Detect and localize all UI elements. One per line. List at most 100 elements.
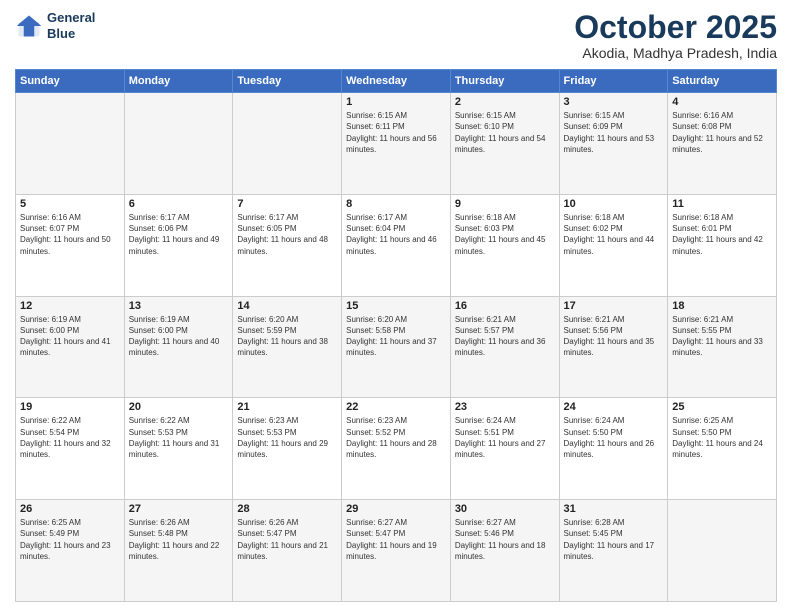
- sunrise-text: Sunrise: 6:25 AM: [20, 517, 120, 528]
- daylight-text: Daylight: 11 hours and 49 minutes.: [129, 234, 229, 256]
- calendar-cell: 22Sunrise: 6:23 AMSunset: 5:52 PMDayligh…: [342, 398, 451, 500]
- logo-text: General Blue: [47, 10, 95, 41]
- day-info: Sunrise: 6:20 AMSunset: 5:58 PMDaylight:…: [346, 314, 446, 359]
- day-number: 16: [455, 300, 555, 312]
- day-number: 2: [455, 96, 555, 108]
- daylight-text: Daylight: 11 hours and 40 minutes.: [129, 336, 229, 358]
- calendar-cell: 31Sunrise: 6:28 AMSunset: 5:45 PMDayligh…: [559, 500, 668, 602]
- calendar-cell: 16Sunrise: 6:21 AMSunset: 5:57 PMDayligh…: [450, 296, 559, 398]
- sunrise-text: Sunrise: 6:15 AM: [346, 110, 446, 121]
- day-number: 18: [672, 300, 772, 312]
- sunrise-text: Sunrise: 6:16 AM: [672, 110, 772, 121]
- sunset-text: Sunset: 6:06 PM: [129, 223, 229, 234]
- sunrise-text: Sunrise: 6:21 AM: [564, 314, 664, 325]
- calendar-cell: 17Sunrise: 6:21 AMSunset: 5:56 PMDayligh…: [559, 296, 668, 398]
- daylight-text: Daylight: 11 hours and 28 minutes.: [346, 438, 446, 460]
- day-info: Sunrise: 6:19 AMSunset: 6:00 PMDaylight:…: [20, 314, 120, 359]
- calendar-cell: 15Sunrise: 6:20 AMSunset: 5:58 PMDayligh…: [342, 296, 451, 398]
- calendar-cell: 19Sunrise: 6:22 AMSunset: 5:54 PMDayligh…: [16, 398, 125, 500]
- day-info: Sunrise: 6:17 AMSunset: 6:04 PMDaylight:…: [346, 212, 446, 257]
- daylight-text: Daylight: 11 hours and 21 minutes.: [237, 540, 337, 562]
- sunset-text: Sunset: 5:51 PM: [455, 427, 555, 438]
- calendar-table: Sunday Monday Tuesday Wednesday Thursday…: [15, 69, 777, 602]
- daylight-text: Daylight: 11 hours and 29 minutes.: [237, 438, 337, 460]
- sunrise-text: Sunrise: 6:17 AM: [129, 212, 229, 223]
- day-number: 6: [129, 198, 229, 210]
- calendar-cell: 10 Sunrise: 6:18 AMSunset: 6:02 PMDayligh…: [559, 194, 668, 296]
- day-number: 1: [346, 96, 446, 108]
- logo-line2: Blue: [47, 26, 95, 42]
- calendar-cell: 23Sunrise: 6:24 AMSunset: 5:51 PMDayligh…: [450, 398, 559, 500]
- day-info: Sunrise: 6:18 AMSunset: 6:02 PMDaylight:…: [564, 212, 664, 257]
- sunrise-text: Sunrise: 6:21 AM: [672, 314, 772, 325]
- day-number: 14: [237, 300, 337, 312]
- daylight-text: Daylight: 11 hours and 23 minutes.: [20, 540, 120, 562]
- sunrise-text: Sunrise: 6:18 AM: [672, 212, 772, 223]
- day-info: Sunrise: 6:15 AMSunset: 6:09 PMDaylight:…: [564, 110, 664, 155]
- calendar-week-row: 26Sunrise: 6:25 AMSunset: 5:49 PMDayligh…: [16, 500, 777, 602]
- day-info: Sunrise: 6:28 AMSunset: 5:45 PMDaylight:…: [564, 517, 664, 562]
- sunrise-text: Sunrise: 6:23 AM: [237, 415, 337, 426]
- day-info: Sunrise: 6:23 AMSunset: 5:52 PMDaylight:…: [346, 415, 446, 460]
- day-info: Sunrise: 6:27 AMSunset: 5:46 PMDaylight:…: [455, 517, 555, 562]
- sunset-text: Sunset: 5:52 PM: [346, 427, 446, 438]
- sunset-text: Sunset: 5:54 PM: [20, 427, 120, 438]
- day-number: 10: [564, 198, 664, 210]
- sunrise-text: Sunrise: 6:26 AM: [129, 517, 229, 528]
- sunset-text: Sunset: 5:47 PM: [237, 528, 337, 539]
- sunrise-text: Sunrise: 6:20 AM: [237, 314, 337, 325]
- sunset-text: Sunset: 5:46 PM: [455, 528, 555, 539]
- day-info: Sunrise: 6:21 AMSunset: 5:55 PMDaylight:…: [672, 314, 772, 359]
- sunrise-text: Sunrise: 6:17 AM: [237, 212, 337, 223]
- sunrise-text: Sunrise: 6:20 AM: [346, 314, 446, 325]
- location-subtitle: Akodia, Madhya Pradesh, India: [574, 45, 777, 61]
- calendar-cell: 1Sunrise: 6:15 AMSunset: 6:11 PMDaylight…: [342, 93, 451, 195]
- weekday-row: Sunday Monday Tuesday Wednesday Thursday…: [16, 70, 777, 93]
- day-info: Sunrise: 6:22 AMSunset: 5:53 PMDaylight:…: [129, 415, 229, 460]
- day-number: 8: [346, 198, 446, 210]
- sunset-text: Sunset: 6:04 PM: [346, 223, 446, 234]
- day-number: 20: [129, 401, 229, 413]
- sunrise-text: Sunrise: 6:18 AM: [455, 212, 555, 223]
- calendar-cell: 25Sunrise: 6:25 AMSunset: 5:50 PMDayligh…: [668, 398, 777, 500]
- day-number: 11: [672, 198, 772, 210]
- day-info: Sunrise: 6:20 AMSunset: 5:59 PMDaylight:…: [237, 314, 337, 359]
- col-wednesday: Wednesday: [342, 70, 451, 93]
- calendar-cell: [668, 500, 777, 602]
- sunset-text: Sunset: 5:57 PM: [455, 325, 555, 336]
- day-number: 23: [455, 401, 555, 413]
- sunset-text: Sunset: 6:10 PM: [455, 121, 555, 132]
- daylight-text: Daylight: 11 hours and 54 minutes.: [455, 133, 555, 155]
- daylight-text: Daylight: 11 hours and 18 minutes.: [455, 540, 555, 562]
- daylight-text: Daylight: 11 hours and 31 minutes.: [129, 438, 229, 460]
- sunrise-text: Sunrise: 6:17 AM: [346, 212, 446, 223]
- calendar-cell: [16, 93, 125, 195]
- day-info: Sunrise: 6:21 AMSunset: 5:56 PMDaylight:…: [564, 314, 664, 359]
- header: General Blue October 2025 Akodia, Madhya…: [15, 10, 777, 61]
- calendar-week-row: 12Sunrise: 6:19 AMSunset: 6:00 PMDayligh…: [16, 296, 777, 398]
- day-number: 30: [455, 503, 555, 515]
- calendar-cell: 18 Sunrise: 6:21 AMSunset: 5:55 PMDayligh…: [668, 296, 777, 398]
- sunset-text: Sunset: 5:50 PM: [672, 427, 772, 438]
- calendar-cell: 7Sunrise: 6:17 AMSunset: 6:05 PMDaylight…: [233, 194, 342, 296]
- sunrise-text: Sunrise: 6:15 AM: [455, 110, 555, 121]
- logo-line1: General: [47, 10, 95, 26]
- sunset-text: Sunset: 6:11 PM: [346, 121, 446, 132]
- calendar-cell: 28Sunrise: 6:26 AMSunset: 5:47 PMDayligh…: [233, 500, 342, 602]
- daylight-text: Daylight: 11 hours and 42 minutes.: [672, 234, 772, 256]
- day-number: 4: [672, 96, 772, 108]
- sunrise-text: Sunrise: 6:22 AM: [129, 415, 229, 426]
- daylight-text: Daylight: 11 hours and 27 minutes.: [455, 438, 555, 460]
- day-number: 26: [20, 503, 120, 515]
- sunrise-text: Sunrise: 6:25 AM: [672, 415, 772, 426]
- daylight-text: Daylight: 11 hours and 24 minutes.: [672, 438, 772, 460]
- sunset-text: Sunset: 5:50 PM: [564, 427, 664, 438]
- sunset-text: Sunset: 6:00 PM: [129, 325, 229, 336]
- day-number: 5: [20, 198, 120, 210]
- calendar-cell: [233, 93, 342, 195]
- sunrise-text: Sunrise: 6:19 AM: [129, 314, 229, 325]
- daylight-text: Daylight: 11 hours and 35 minutes.: [564, 336, 664, 358]
- day-info: Sunrise: 6:17 AMSunset: 6:06 PMDaylight:…: [129, 212, 229, 257]
- calendar-week-row: 1Sunrise: 6:15 AMSunset: 6:11 PMDaylight…: [16, 93, 777, 195]
- col-monday: Monday: [124, 70, 233, 93]
